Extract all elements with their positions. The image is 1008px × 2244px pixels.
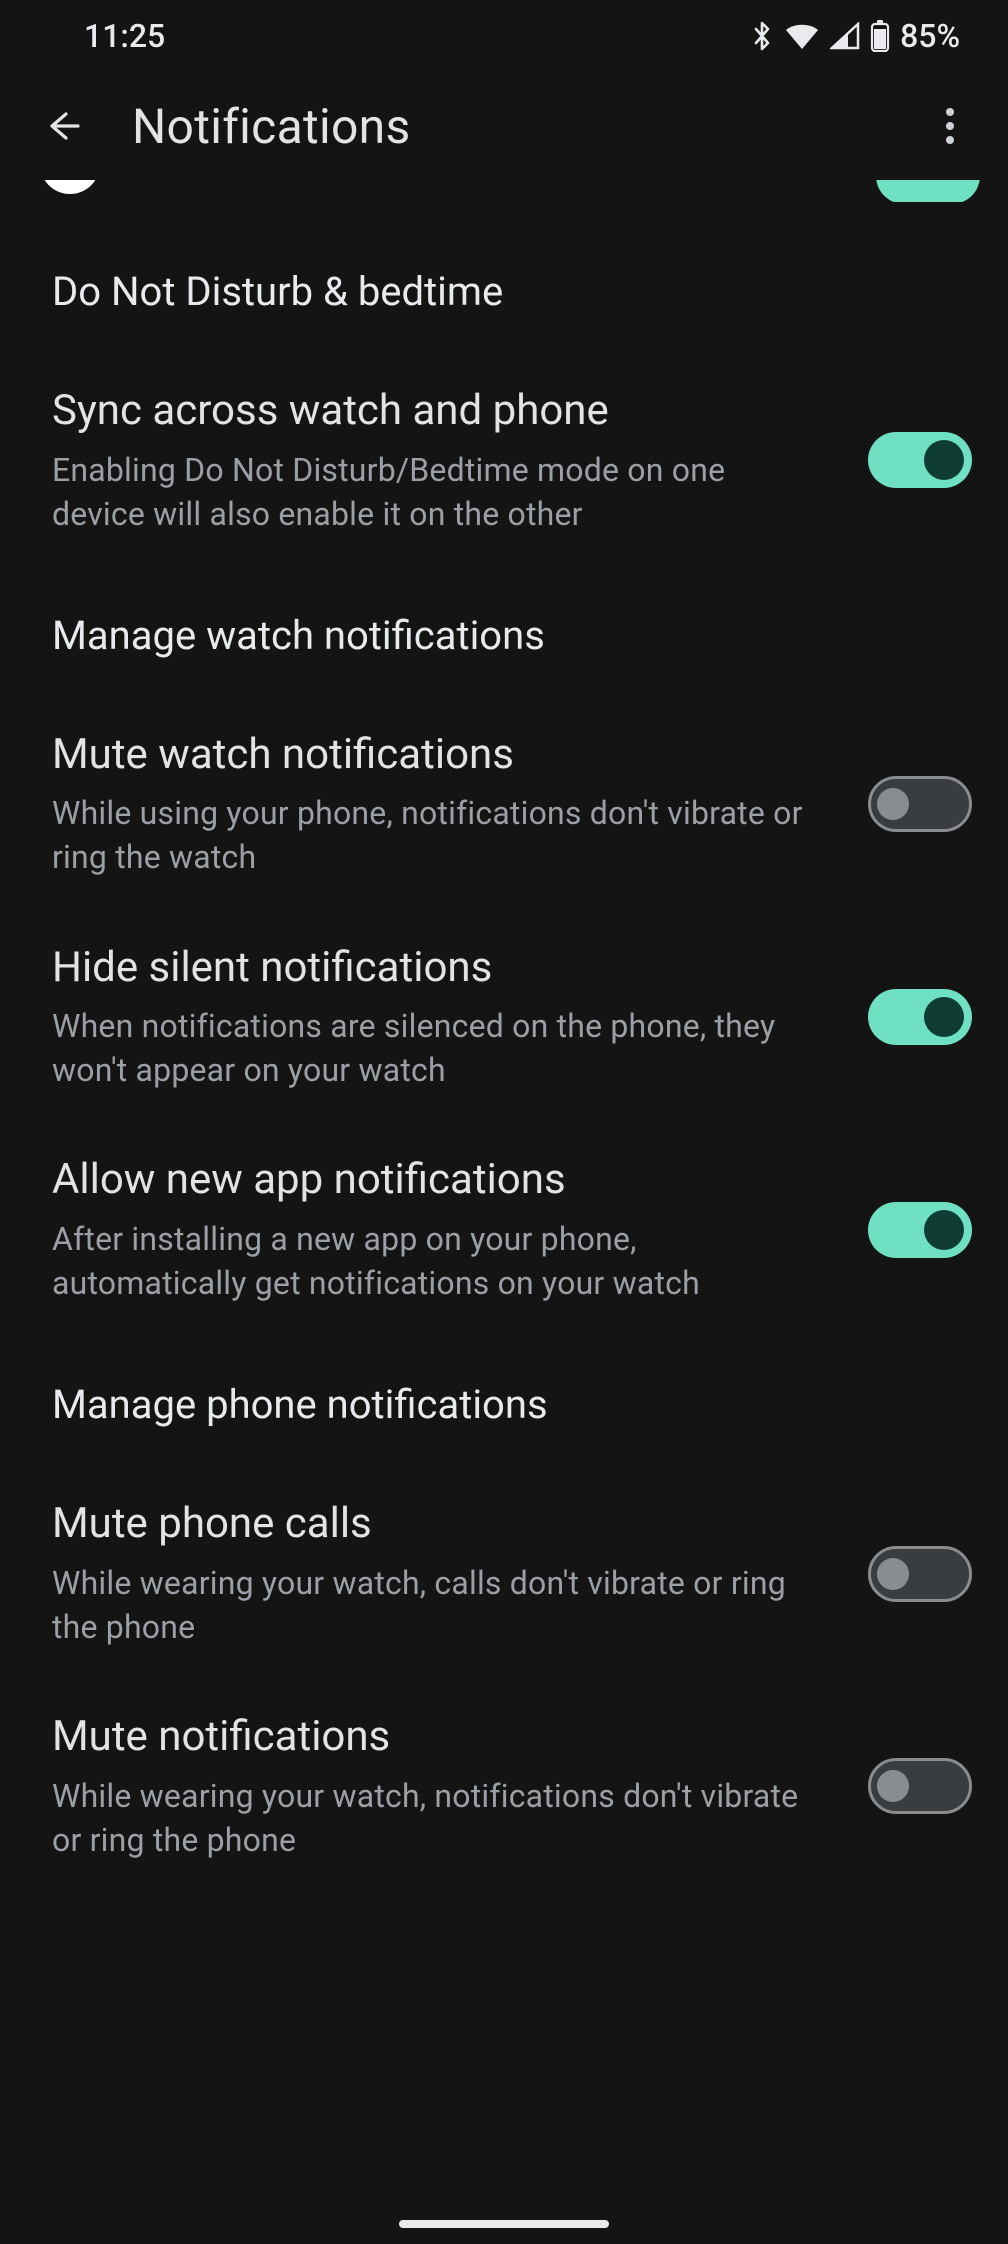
setting-label: Mute watch notifications	[52, 729, 844, 782]
section-title-dnd: Do Not Disturb & bedtime	[0, 202, 1008, 333]
setting-label: Mute phone calls	[52, 1498, 844, 1551]
home-indicator[interactable]	[399, 2220, 609, 2228]
status-bar: 11:25 85%	[0, 0, 1008, 72]
toggle-hide-silent[interactable]	[868, 989, 972, 1045]
toggle-mute-calls[interactable]	[868, 1546, 972, 1602]
setting-sync-dnd[interactable]: Sync across watch and phone Enabling Do …	[0, 333, 1008, 546]
battery-text: 85%	[900, 17, 960, 55]
back-button[interactable]	[36, 98, 92, 154]
setting-description: When notifications are silenced on the p…	[52, 1004, 812, 1092]
wifi-icon	[784, 22, 820, 50]
scrolled-peek	[0, 180, 1008, 202]
gesture-nav-bar[interactable]	[0, 2220, 1008, 2228]
page-title: Notifications	[132, 98, 411, 155]
setting-mute-calls[interactable]: Mute phone calls While wearing your watc…	[0, 1446, 1008, 1659]
toggle-mute-watch[interactable]	[868, 776, 972, 832]
battery-icon	[870, 20, 890, 52]
setting-description: While using your phone, notifications do…	[52, 791, 812, 879]
setting-hide-silent[interactable]: Hide silent notifications When notificat…	[0, 890, 1008, 1103]
clock: 11:25	[84, 17, 165, 55]
app-bar: Notifications	[0, 72, 1008, 180]
setting-mute-notifications[interactable]: Mute notifications While wearing your wa…	[0, 1659, 1008, 1872]
section-title-phone: Manage phone notifications	[0, 1315, 1008, 1446]
setting-label: Allow new app notifications	[52, 1154, 844, 1207]
settings-list[interactable]: Do Not Disturb & bedtime Sync across wat…	[0, 202, 1008, 1912]
toggle-mute-notifications[interactable]	[868, 1758, 972, 1814]
setting-label: Hide silent notifications	[52, 942, 844, 995]
setting-label: Mute notifications	[52, 1711, 844, 1764]
toggle-allow-new[interactable]	[868, 1202, 972, 1258]
section-title-watch: Manage watch notifications	[0, 546, 1008, 677]
signal-icon	[830, 22, 860, 50]
setting-allow-new[interactable]: Allow new app notifications After instal…	[0, 1102, 1008, 1315]
status-icons: 85%	[750, 17, 960, 55]
bluetooth-icon	[750, 20, 774, 52]
setting-mute-watch[interactable]: Mute watch notifications While using you…	[0, 677, 1008, 890]
setting-description: While wearing your watch, calls don't vi…	[52, 1561, 812, 1649]
setting-label: Sync across watch and phone	[52, 385, 844, 438]
overflow-menu-button[interactable]	[922, 98, 978, 154]
setting-description: While wearing your watch, notifications …	[52, 1774, 812, 1862]
toggle-sync-dnd[interactable]	[868, 432, 972, 488]
setting-description: After installing a new app on your phone…	[52, 1217, 812, 1305]
setting-description: Enabling Do Not Disturb/Bedtime mode on …	[52, 448, 812, 536]
